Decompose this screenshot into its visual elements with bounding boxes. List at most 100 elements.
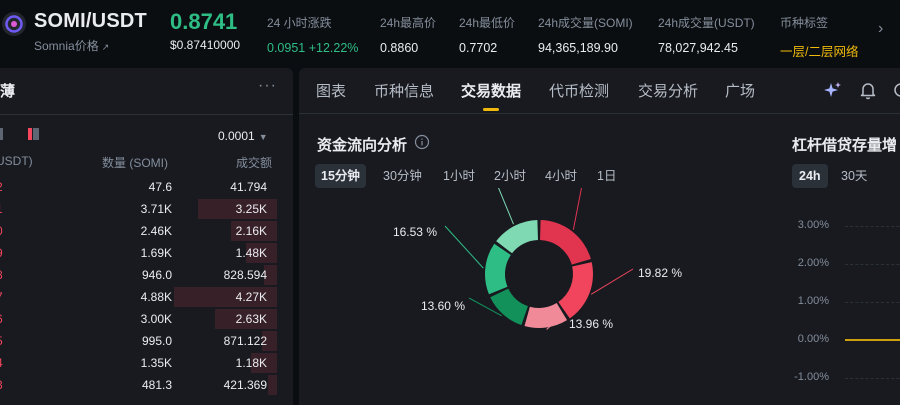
somi-logo-icon bbox=[2, 12, 26, 36]
tab-token-check[interactable]: 代币检测 bbox=[549, 80, 609, 101]
order-book-row[interactable]: 0 2.46K 2.16K bbox=[0, 220, 293, 242]
row-quantity: 4.88K bbox=[140, 290, 172, 304]
donut-slice[interactable] bbox=[540, 220, 591, 265]
range-1d[interactable]: 1日 bbox=[591, 164, 622, 188]
info-icon[interactable] bbox=[414, 134, 430, 150]
coin-tag-link[interactable]: 一层/二层网络 bbox=[780, 41, 858, 60]
row-total: 2.16K bbox=[235, 224, 267, 238]
donut-slice[interactable] bbox=[558, 262, 593, 319]
grid-line bbox=[845, 264, 900, 265]
donut-slice[interactable] bbox=[524, 303, 568, 328]
trading-data-panel: 图表 币种信息 交易数据 代币检测 交易分析 广场 资金流向分析 15分钟 30… bbox=[299, 68, 900, 405]
row-price: 5 bbox=[0, 334, 3, 348]
divider bbox=[0, 114, 293, 115]
header-fade bbox=[862, 30, 878, 50]
orderbook-sell-view-icon[interactable] bbox=[28, 128, 40, 140]
range-15m[interactable]: 15分钟 bbox=[315, 164, 366, 188]
order-book-panel: 薄 ··· 0.0001▼ USDT) 数量 (SOMI) 成交额 2 47.6 4… bbox=[0, 68, 293, 405]
stat-label: 24h最高价 bbox=[380, 16, 437, 30]
stat-24h-low: 24h最低价 0.7702 bbox=[459, 14, 515, 55]
bell-icon[interactable] bbox=[858, 80, 878, 100]
stat-label: 24h最低价 bbox=[459, 16, 516, 30]
stat-24h-change: 24 小时涨跌 0.0951 +12.22% bbox=[267, 14, 358, 55]
tab-trade-analysis[interactable]: 交易分析 bbox=[638, 80, 698, 101]
order-book-row[interactable]: 1 3.71K 3.25K bbox=[0, 198, 293, 220]
stat-24h-high: 24h最高价 0.8860 bbox=[380, 14, 436, 55]
stat-value: 0.7702 bbox=[459, 41, 498, 55]
donut-slice[interactable] bbox=[496, 220, 538, 254]
order-book-row[interactable]: 6 3.00K 2.63K bbox=[0, 308, 293, 330]
settings-icon[interactable] bbox=[891, 80, 900, 100]
stat-24h-volume-somi: 24h成交量(SOMI) 94,365,189.90 bbox=[538, 14, 633, 55]
last-price: 0.8741 bbox=[170, 9, 238, 34]
order-book-title: 薄 bbox=[0, 83, 16, 100]
depth-bar bbox=[268, 375, 277, 395]
col-quantity: 数量 (SOMI) bbox=[102, 156, 168, 170]
order-book-row[interactable]: 2 47.6 41.794 bbox=[0, 176, 293, 198]
donut-slice[interactable] bbox=[485, 243, 511, 295]
slice-label: 19.82 % bbox=[638, 266, 682, 280]
row-total: 1.48K bbox=[235, 246, 267, 260]
y-tick: -1.00% bbox=[794, 371, 829, 383]
grid-line bbox=[845, 378, 900, 379]
donut-slice[interactable] bbox=[490, 288, 528, 326]
coin-price-link[interactable]: Somnia价格 ↗ bbox=[34, 37, 109, 54]
slice-label: 13.96 % bbox=[569, 317, 613, 331]
order-book-row[interactable]: 9 1.69K 1.48K bbox=[0, 242, 293, 264]
row-total: 2.63K bbox=[235, 312, 267, 326]
row-price: 6 bbox=[0, 312, 3, 326]
y-tick: 3.00% bbox=[797, 219, 829, 231]
ticker-header: SOMI/USDT Somnia价格 ↗ 0.8741 $0.87410000 2… bbox=[0, 0, 900, 64]
tab-square[interactable]: 广场 bbox=[725, 80, 755, 101]
stat-label: 币种标签 bbox=[780, 16, 829, 30]
order-book-row[interactable]: 3 481.3 421.369 bbox=[0, 374, 293, 396]
row-price: 8 bbox=[0, 268, 3, 282]
precision-select[interactable]: 0.0001 ▼ bbox=[218, 129, 268, 143]
tab-chart[interactable]: 图表 bbox=[316, 80, 346, 101]
row-quantity: 3.71K bbox=[140, 202, 172, 216]
orderbook-both-view-icon[interactable] bbox=[0, 128, 6, 140]
row-total: 4.27K bbox=[235, 290, 267, 304]
row-price: 4 bbox=[0, 356, 3, 370]
caret-down-icon: ▼ bbox=[258, 132, 268, 142]
row-total: 41.794 bbox=[230, 180, 267, 194]
order-book-row[interactable]: 8 946.0 828.594 bbox=[0, 264, 293, 286]
row-price: 0 bbox=[0, 224, 3, 238]
active-tab-indicator bbox=[483, 108, 499, 111]
symbol-title[interactable]: SOMI/USDT bbox=[34, 10, 147, 33]
col-price: USDT) bbox=[0, 154, 33, 168]
range-1h[interactable]: 1小时 bbox=[437, 164, 481, 188]
leverage-series-line bbox=[845, 339, 900, 341]
range-30m[interactable]: 30分钟 bbox=[377, 164, 428, 188]
row-total: 421.369 bbox=[223, 378, 267, 392]
row-price: 9 bbox=[0, 246, 3, 260]
stat-24h-volume-usdt: 24h成交量(USDT) 78,027,942.45 bbox=[658, 14, 755, 55]
external-link-icon: ↗ bbox=[101, 42, 110, 52]
tab-trading-data[interactable]: 交易数据 bbox=[461, 80, 521, 101]
last-price-usd: $0.87410000 bbox=[170, 38, 241, 52]
order-book-row[interactable]: 4 1.35K 1.18K bbox=[0, 352, 293, 374]
range-2h[interactable]: 2小时 bbox=[488, 164, 532, 188]
tab-bar: 图表 币种信息 交易数据 代币检测 交易分析 广场 bbox=[299, 68, 900, 114]
leader-line bbox=[590, 268, 634, 295]
tab-coin-info[interactable]: 币种信息 bbox=[374, 80, 434, 101]
range-30d[interactable]: 30天 bbox=[834, 164, 874, 188]
row-quantity: 946.0 bbox=[141, 268, 172, 282]
ai-sparkle-icon[interactable] bbox=[823, 80, 843, 100]
range-24h[interactable]: 24h bbox=[792, 164, 828, 188]
leader-line bbox=[572, 188, 582, 230]
order-book-row[interactable]: 7 4.88K 4.27K bbox=[0, 286, 293, 308]
range-4h[interactable]: 4小时 bbox=[539, 164, 583, 188]
leader-line bbox=[444, 225, 484, 269]
capital-flow-title: 资金流向分析 bbox=[317, 137, 408, 154]
stat-value: 0.0951 +12.22% bbox=[267, 41, 359, 55]
row-quantity: 1.69K bbox=[140, 246, 172, 260]
precision-value: 0.0001 bbox=[218, 129, 255, 143]
slice-label: 16.53 % bbox=[393, 225, 437, 239]
order-book-row[interactable]: 5 995.0 871.122 bbox=[0, 330, 293, 352]
row-quantity: 2.46K bbox=[140, 224, 172, 238]
chevron-right-icon[interactable]: › bbox=[878, 20, 883, 38]
slice-label: 13.60 % bbox=[421, 299, 465, 313]
coin-price-label: Somnia价格 bbox=[34, 39, 99, 53]
more-dots-icon[interactable]: ··· bbox=[258, 77, 277, 95]
